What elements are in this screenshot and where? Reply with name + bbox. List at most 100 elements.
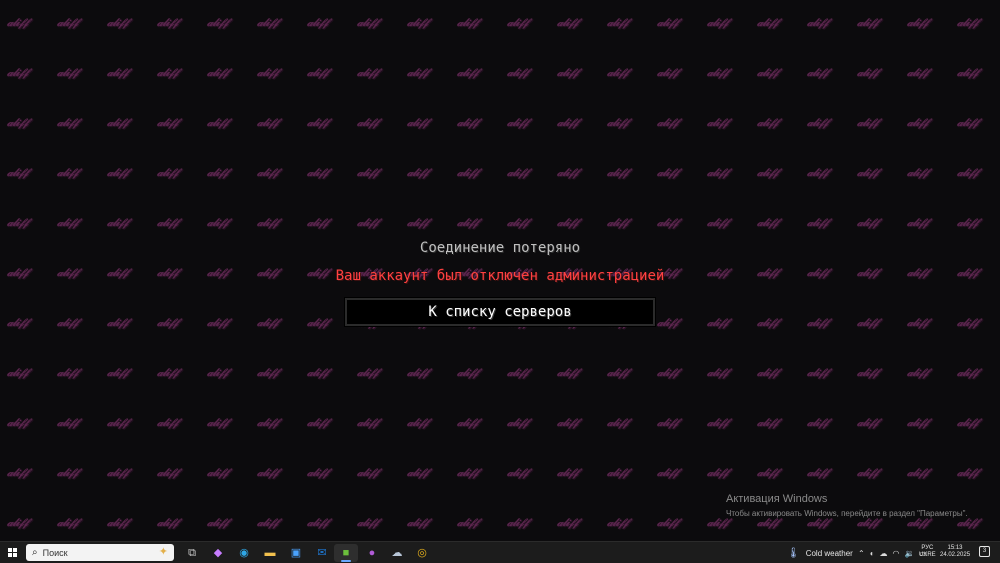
start-button[interactable]: [4, 544, 22, 562]
watermark-tile: 𝒶𝓁𝒾𝒻𝒻: [157, 116, 178, 129]
watermark-tile: 𝒶𝓁𝒾𝒻𝒻: [257, 66, 278, 79]
outlook-icon: ✉: [317, 547, 327, 559]
watermark-tile: 𝒶𝓁𝒾𝒻𝒻: [957, 466, 978, 479]
watermark-tile: 𝒶𝓁𝒾𝒻𝒻: [257, 116, 278, 129]
watermark-tile: 𝒶𝓁𝒾𝒻𝒻: [7, 16, 28, 29]
watermark-tile: 𝒶𝓁𝒾𝒻𝒻: [657, 516, 678, 529]
watermark-tile: 𝒶𝓁𝒾𝒻𝒻: [457, 466, 478, 479]
watermark-tile: 𝒶𝓁𝒾𝒻𝒻: [257, 516, 278, 529]
watermark-tile: 𝒶𝓁𝒾𝒻𝒻: [307, 216, 328, 229]
watermark-tile: 𝒶𝓁𝒾𝒻𝒻: [357, 66, 378, 79]
watermark-tile: 𝒶𝓁𝒾𝒻𝒻: [7, 366, 28, 379]
watermark-tile: 𝒶𝓁𝒾𝒻𝒻: [607, 166, 628, 179]
watermark-tile: 𝒶𝓁𝒾𝒻𝒻: [107, 16, 128, 29]
taskbar-app-outlook[interactable]: ✉: [310, 544, 334, 562]
watermark-tile: 𝒶𝓁𝒾𝒻𝒻: [607, 416, 628, 429]
watermark-tile: 𝒶𝓁𝒾𝒻𝒻: [157, 66, 178, 79]
meet-icon[interactable]: ◐: [870, 549, 875, 558]
watermark-tile: 𝒶𝓁𝒾𝒻𝒻: [957, 416, 978, 429]
taskbar-app-file-explorer[interactable]: ▬: [258, 544, 282, 562]
watermark-tile: 𝒶𝓁𝒾𝒻𝒻: [7, 66, 28, 79]
watermark-tile: 𝒶𝓁𝒾𝒻𝒻: [957, 166, 978, 179]
watermark-tile: 𝒶𝓁𝒾𝒻𝒻: [7, 416, 28, 429]
taskbar-app-copilot[interactable]: ◆: [206, 544, 230, 562]
watermark-tile: 𝒶𝓁𝒾𝒻𝒻: [707, 216, 728, 229]
watermark-tile: 𝒶𝓁𝒾𝒻𝒻: [707, 116, 728, 129]
watermark-tile: 𝒶𝓁𝒾𝒻𝒻: [757, 66, 778, 79]
watermark-tile: 𝒶𝓁𝒾𝒻𝒻: [957, 116, 978, 129]
watermark-tile: 𝒶𝓁𝒾𝒻𝒻: [457, 216, 478, 229]
watermark-tile: 𝒶𝓁𝒾𝒻𝒻: [157, 16, 178, 29]
watermark-tile: 𝒶𝓁𝒾𝒻𝒻: [357, 166, 378, 179]
watermark-tile: 𝒶𝓁𝒾𝒻𝒻: [707, 416, 728, 429]
chevron-up-icon[interactable]: ⌃: [858, 549, 865, 558]
watermark-tile: 𝒶𝓁𝒾𝒻𝒻: [7, 466, 28, 479]
taskbar-search[interactable]: ⌕ Поиск ✦: [26, 544, 174, 561]
watermark-tile: 𝒶𝓁𝒾𝒻𝒻: [107, 166, 128, 179]
watermark-tile: 𝒶𝓁𝒾𝒻𝒻: [257, 316, 278, 329]
taskbar: ⌕ Поиск ✦ 🌡 Cold weather ⌃ ◐ ☁ ◠ 🔉 ▭ РУС…: [0, 541, 1000, 563]
watermark-tile: 𝒶𝓁𝒾𝒻𝒻: [657, 366, 678, 379]
watermark-tile: 𝒶𝓁𝒾𝒻𝒻: [407, 66, 428, 79]
watermark-tile: 𝒶𝓁𝒾𝒻𝒻: [7, 116, 28, 129]
watermark-tile: 𝒶𝓁𝒾𝒻𝒻: [657, 416, 678, 429]
watermark-tile: 𝒶𝓁𝒾𝒻𝒻: [957, 66, 978, 79]
weather-widget[interactable]: 🌡 Cold weather: [787, 544, 853, 562]
taskbar-app-minecraft[interactable]: ■: [334, 544, 358, 562]
taskbar-app-chrome[interactable]: ◎: [410, 544, 434, 562]
taskbar-app-edge[interactable]: ◉: [232, 544, 256, 562]
watermark-tile: 𝒶𝓁𝒾𝒻𝒻: [7, 316, 28, 329]
language-indicator[interactable]: РУС UKRE: [919, 545, 936, 559]
app-circle-icon: ●: [368, 547, 376, 559]
watermark-tile: 𝒶𝓁𝒾𝒻𝒻: [857, 116, 878, 129]
watermark-tile: 𝒶𝓁𝒾𝒻𝒻: [957, 16, 978, 29]
watermark-tile: 𝒶𝓁𝒾𝒻𝒻: [457, 416, 478, 429]
watermark-tile: 𝒶𝓁𝒾𝒻𝒻: [307, 116, 328, 129]
watermark-tile: 𝒶𝓁𝒾𝒻𝒻: [807, 316, 828, 329]
cloud-icon[interactable]: ☁: [880, 549, 888, 558]
watermark-tile: 𝒶𝓁𝒾𝒻𝒻: [757, 216, 778, 229]
disconnect-dialog: Соединение потеряно Ваш аккаунт был откл…: [0, 238, 1000, 327]
watermark-tile: 𝒶𝓁𝒾𝒻𝒻: [807, 116, 828, 129]
watermark-tile: 𝒶𝓁𝒾𝒻𝒻: [607, 66, 628, 79]
watermark-tile: 𝒶𝓁𝒾𝒻𝒻: [807, 416, 828, 429]
watermark-tile: 𝒶𝓁𝒾𝒻𝒻: [707, 16, 728, 29]
back-to-server-list-button[interactable]: К списку серверов: [344, 297, 656, 327]
watermark-tile: 𝒶𝓁𝒾𝒻𝒻: [357, 466, 378, 479]
watermark-tile: 𝒶𝓁𝒾𝒻𝒻: [757, 466, 778, 479]
activation-title: Активация Windows: [726, 493, 828, 505]
watermark-tile: 𝒶𝓁𝒾𝒻𝒻: [257, 166, 278, 179]
taskbar-app-app-purple[interactable]: ●: [360, 544, 384, 562]
watermark-tile: 𝒶𝓁𝒾𝒻𝒻: [907, 16, 928, 29]
watermark-tile: 𝒶𝓁𝒾𝒻𝒻: [307, 66, 328, 79]
watermark-tile: 𝒶𝓁𝒾𝒻𝒻: [507, 166, 528, 179]
taskbar-app-task-view[interactable]: ⧉: [180, 544, 204, 562]
watermark-tile: 𝒶𝓁𝒾𝒻𝒻: [107, 116, 128, 129]
watermark-tile: 𝒶𝓁𝒾𝒻𝒻: [907, 166, 928, 179]
taskbar-app-store[interactable]: ▣: [284, 544, 308, 562]
clock[interactable]: 15:13 24.02.2025: [940, 545, 970, 559]
watermark-tile: 𝒶𝓁𝒾𝒻𝒻: [57, 416, 78, 429]
watermark-tile: 𝒶𝓁𝒾𝒻𝒻: [557, 66, 578, 79]
chrome-icon: ◎: [417, 547, 427, 559]
watermark-tile: 𝒶𝓁𝒾𝒻𝒻: [507, 516, 528, 529]
watermark-tile: 𝒶𝓁𝒾𝒻𝒻: [57, 16, 78, 29]
minecraft-icon: ■: [342, 547, 350, 559]
watermark-tile: 𝒶𝓁𝒾𝒻𝒻: [657, 116, 678, 129]
watermark-tile: 𝒶𝓁𝒾𝒻𝒻: [307, 316, 328, 329]
watermark-tile: 𝒶𝓁𝒾𝒻𝒻: [907, 466, 928, 479]
watermark-tile: 𝒶𝓁𝒾𝒻𝒻: [257, 466, 278, 479]
watermark-tile: 𝒶𝓁𝒾𝒻𝒻: [457, 66, 478, 79]
watermark-tile: 𝒶𝓁𝒾𝒻𝒻: [907, 316, 928, 329]
volume-icon[interactable]: 🔉: [905, 549, 915, 558]
watermark-tile: 𝒶𝓁𝒾𝒻𝒻: [407, 366, 428, 379]
taskbar-app-app-weather[interactable]: ☁: [385, 544, 409, 562]
watermark-tile: 𝒶𝓁𝒾𝒻𝒻: [357, 116, 378, 129]
notification-center-button[interactable]: 3: [979, 546, 990, 557]
network-icon[interactable]: ◠: [893, 549, 900, 558]
watermark-tile: 𝒶𝓁𝒾𝒻𝒻: [857, 16, 878, 29]
watermark-tile: 𝒶𝓁𝒾𝒻𝒻: [7, 166, 28, 179]
watermark-tile: 𝒶𝓁𝒾𝒻𝒻: [857, 366, 878, 379]
watermark-tile: 𝒶𝓁𝒾𝒻𝒻: [557, 166, 578, 179]
watermark-tile: 𝒶𝓁𝒾𝒻𝒻: [307, 16, 328, 29]
